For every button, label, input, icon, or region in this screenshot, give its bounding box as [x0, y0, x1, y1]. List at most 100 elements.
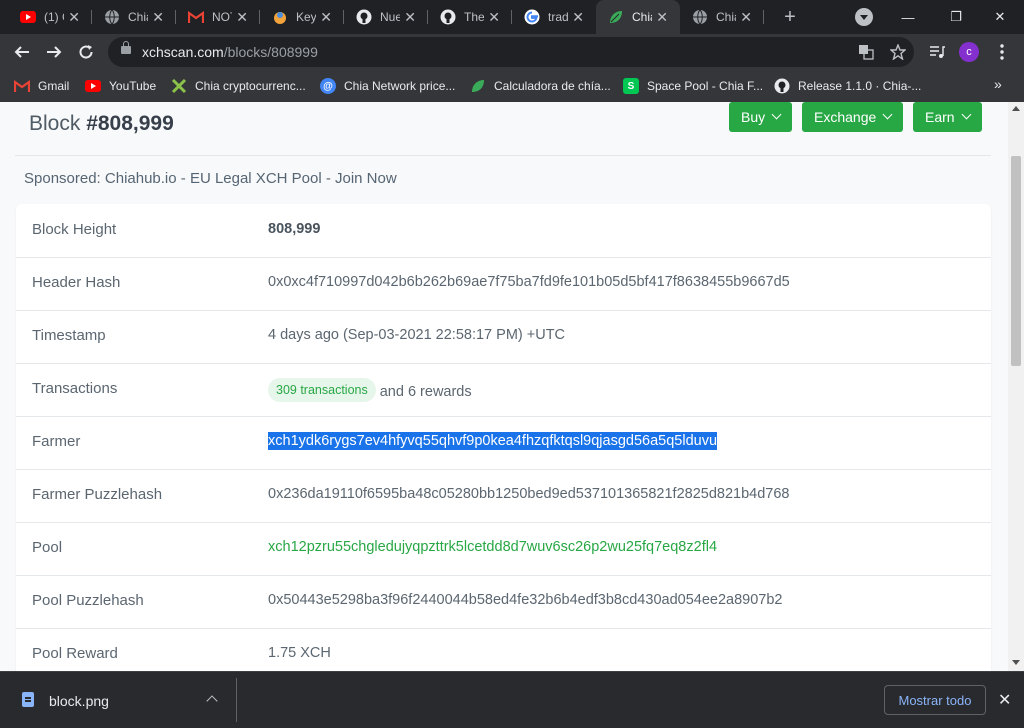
- detail-row-header-hash: Header Hash 0x0xc4f710997d042b6b262b69ae…: [16, 257, 991, 311]
- detail-key: Header Hash: [32, 274, 121, 291]
- detail-key: Transactions: [32, 380, 118, 397]
- tab-title: Chia: [632, 10, 652, 24]
- detail-row-transactions: Transactions 309 transactions and 6 rewar…: [16, 363, 991, 417]
- bookmark-chia-price[interactable]: @ Chia Network price...: [320, 76, 455, 96]
- close-icon[interactable]: ✕: [572, 9, 584, 26]
- tab-gmail[interactable]: NOT ✕: [176, 0, 260, 34]
- tab-strip: (1) C ✕ Chia ✕ NOT ✕ Key ✕ Nue ✕ The ✕ t…: [0, 0, 1024, 34]
- detail-value: 309 transactions and 6 rewards: [268, 378, 472, 404]
- back-button[interactable]: [8, 38, 36, 66]
- sponsored-link[interactable]: Sponsored: Chiahub.io - EU Legal XCH Poo…: [24, 170, 397, 187]
- bookmark-youtube[interactable]: YouTube: [85, 76, 156, 96]
- globe-icon: [104, 9, 120, 25]
- maximize-button[interactable]: ❐: [932, 0, 980, 34]
- exchange-button[interactable]: Exchange: [802, 102, 904, 132]
- chevron-up-icon[interactable]: [206, 695, 218, 707]
- bookmark-chia-crypto[interactable]: Chia cryptocurrenc...: [171, 76, 306, 96]
- tab-youtube[interactable]: (1) C ✕: [8, 0, 92, 34]
- tab-title: Key: [296, 10, 316, 24]
- detail-row-block-height: Block Height 808,999: [16, 204, 991, 258]
- tab-search-icon[interactable]: [855, 8, 873, 26]
- tab-github-1[interactable]: Nue ✕: [344, 0, 428, 34]
- downloads-bar: block.png Mostrar todo ✕: [0, 671, 1024, 728]
- chia-leaf-icon: [171, 78, 187, 94]
- chevron-down-icon: [882, 109, 893, 119]
- bookmark-calculadora[interactable]: Calculadora de chía...: [470, 76, 611, 96]
- tab-keybase[interactable]: Key ✕: [260, 0, 344, 34]
- profile-avatar[interactable]: c: [959, 42, 979, 62]
- url-text[interactable]: xchscan.com/blocks/808999: [142, 44, 318, 60]
- close-icon[interactable]: ✕: [740, 9, 752, 26]
- close-icon[interactable]: ✕: [152, 9, 164, 26]
- bookmark-label: Chia Network price...: [344, 79, 456, 93]
- bookmark-gmail[interactable]: Gmail: [14, 76, 69, 96]
- url-host: xchscan.com: [142, 44, 224, 60]
- detail-value: 0x50443e5298ba3f96f2440044b58ed4fe32b6b4…: [268, 592, 783, 608]
- forward-button[interactable]: [40, 38, 68, 66]
- bookmark-label: Chia cryptocurrenc...: [195, 79, 306, 93]
- earn-button[interactable]: Earn: [913, 102, 982, 132]
- chia-leaf-icon: [470, 78, 486, 94]
- tab-title: (1) C: [44, 10, 64, 24]
- detail-value: 0x236da19110f6595ba48c05280bb1250bed9ed5…: [268, 486, 790, 502]
- google-icon: [524, 9, 540, 25]
- reload-button[interactable]: [72, 38, 100, 66]
- tab-title: Chia: [716, 10, 736, 24]
- page-scrollbar[interactable]: [1008, 102, 1024, 671]
- bookmark-release[interactable]: Release 1.1.0 · Chia-...: [774, 76, 921, 96]
- tab-title: Chia: [128, 10, 148, 24]
- menu-kebab-icon[interactable]: [990, 40, 1014, 64]
- url-path: /blocks/808999: [223, 44, 318, 60]
- reload-icon: [79, 45, 93, 59]
- translate-icon[interactable]: [858, 44, 874, 60]
- address-bar[interactable]: xchscan.com/blocks/808999: [108, 37, 914, 67]
- detail-value: 1.75 XCH: [268, 645, 331, 661]
- buy-button[interactable]: Buy: [729, 102, 793, 132]
- scroll-up-arrow-icon[interactable]: [1012, 106, 1020, 111]
- show-all-button[interactable]: Mostrar todo: [884, 685, 986, 715]
- scroll-down-arrow-icon[interactable]: [1012, 660, 1020, 665]
- tab-chia-1[interactable]: Chia ✕: [92, 0, 176, 34]
- close-icon[interactable]: ✕: [236, 9, 248, 26]
- detail-key: Farmer: [32, 433, 81, 450]
- scroll-thumb[interactable]: [1011, 156, 1021, 366]
- detail-key: Pool Puzzlehash: [32, 592, 144, 609]
- gmail-icon: [14, 78, 30, 94]
- minimize-button[interactable]: —: [884, 0, 932, 34]
- bookmark-label: Calculadora de chía...: [494, 79, 611, 93]
- detail-row-pool-reward: Pool Reward 1.75 XCH: [16, 628, 991, 671]
- detail-value: 4 days ago (Sep-03-2021 22:58:17 PM) +UT…: [268, 327, 566, 343]
- bookmarks-more-button[interactable]: »: [994, 76, 1002, 92]
- tab-chia-active[interactable]: Chia ✕: [596, 0, 680, 34]
- bookmark-star-icon[interactable]: [890, 44, 906, 60]
- page-content: Block #808,999 Buy Exchange Earn Sponsor…: [0, 102, 1008, 671]
- downloads-divider: [236, 678, 237, 722]
- github-icon: [356, 9, 372, 25]
- new-tab-button[interactable]: +: [778, 5, 802, 29]
- farmer-address-link[interactable]: xch1ydk6rygs7ev4hfyvq55qhvf9p0kea4fhzqfk…: [268, 432, 718, 450]
- forward-arrow-icon: [47, 46, 62, 58]
- tab-title: Nue: [380, 10, 400, 24]
- pool-address-link[interactable]: xch12pzru55chgledujyqpzttrk5lcetdd8d7wuv…: [268, 539, 717, 555]
- chia-leaf-icon: [608, 9, 624, 25]
- transactions-badge[interactable]: 309 transactions: [268, 378, 376, 402]
- close-downloads-icon[interactable]: ✕: [998, 690, 1011, 710]
- download-item[interactable]: block.png: [49, 693, 109, 709]
- close-icon[interactable]: ✕: [404, 9, 416, 26]
- window-close-button[interactable]: ✕: [976, 0, 1024, 34]
- close-icon[interactable]: ✕: [320, 9, 332, 26]
- detail-value: 808,999: [268, 221, 321, 237]
- chevron-down-icon: [771, 109, 782, 119]
- bookmark-space-pool[interactable]: S Space Pool - Chia F...: [623, 76, 763, 96]
- close-icon[interactable]: ✕: [68, 9, 80, 26]
- close-icon[interactable]: ✕: [488, 9, 500, 26]
- detail-key: Pool: [32, 539, 63, 556]
- media-control-icon[interactable]: [925, 40, 949, 64]
- bookmark-label: Release 1.1.0 · Chia-...: [798, 79, 922, 93]
- tab-github-2[interactable]: The ✕: [428, 0, 512, 34]
- tab-separator: [763, 10, 764, 24]
- tab-chia-2[interactable]: Chia ✕: [680, 0, 764, 34]
- chevron-down-icon: [961, 109, 972, 119]
- close-icon[interactable]: ✕: [656, 9, 668, 26]
- tab-google[interactable]: trad ✕: [512, 0, 596, 34]
